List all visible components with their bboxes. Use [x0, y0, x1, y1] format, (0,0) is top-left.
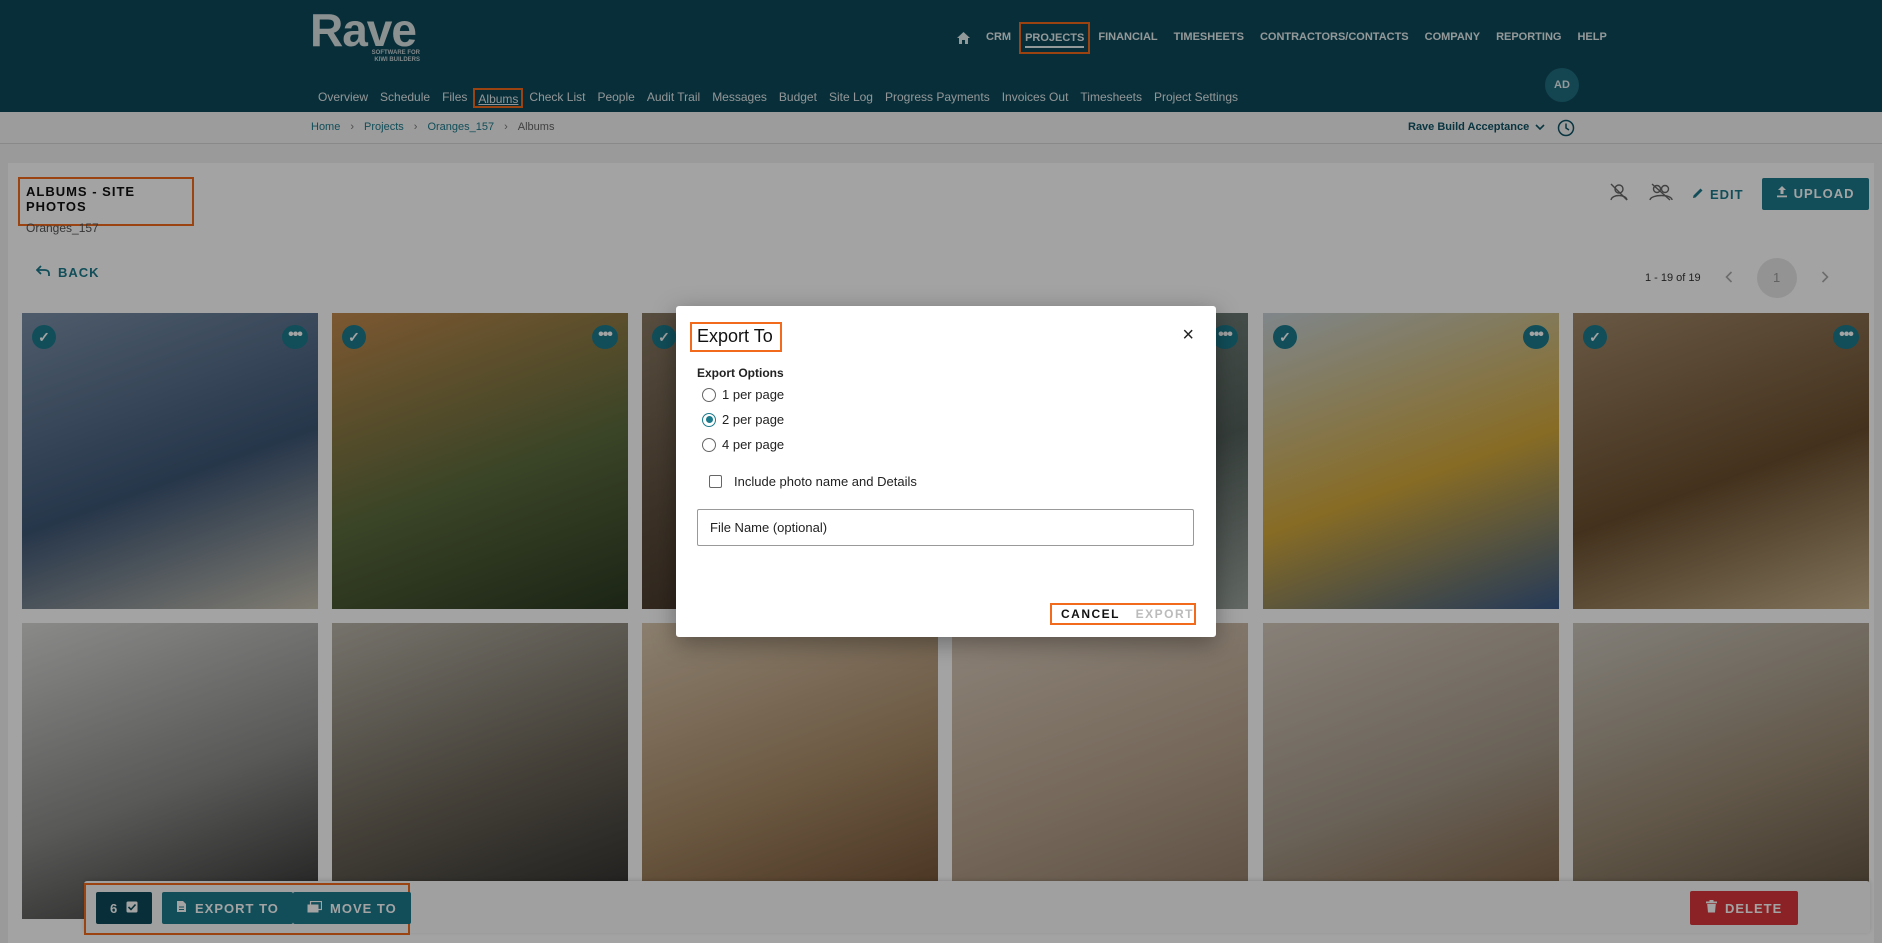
radio-1-per-page[interactable]: 1 per page — [702, 387, 784, 402]
export-button[interactable]: EXPORT — [1136, 607, 1194, 621]
radio-button[interactable] — [702, 387, 716, 402]
radio-label: 2 per page — [722, 412, 785, 427]
export-options-label: Export Options — [697, 366, 784, 380]
radio-label: 1 per page — [722, 387, 785, 402]
radio-4-per-page[interactable]: 4 per page — [702, 437, 784, 452]
radio-button-selected[interactable] — [702, 412, 716, 427]
checkbox-label: Include photo name and Details — [734, 474, 917, 489]
checkbox[interactable] — [709, 475, 722, 488]
dialog-title: Export To — [690, 322, 782, 352]
radio-label: 4 per page — [722, 437, 785, 452]
dialog-buttons: CANCEL EXPORT — [1050, 603, 1196, 625]
export-dialog: Export To × Export Options 1 per page 2 … — [676, 306, 1216, 637]
cancel-button[interactable]: CANCEL — [1052, 607, 1136, 621]
file-name-input[interactable] — [697, 509, 1194, 546]
radio-2-per-page[interactable]: 2 per page — [702, 412, 784, 427]
include-details-checkbox[interactable]: Include photo name and Details — [709, 474, 917, 489]
close-icon[interactable]: × — [1182, 324, 1194, 347]
radio-button[interactable] — [702, 437, 716, 452]
